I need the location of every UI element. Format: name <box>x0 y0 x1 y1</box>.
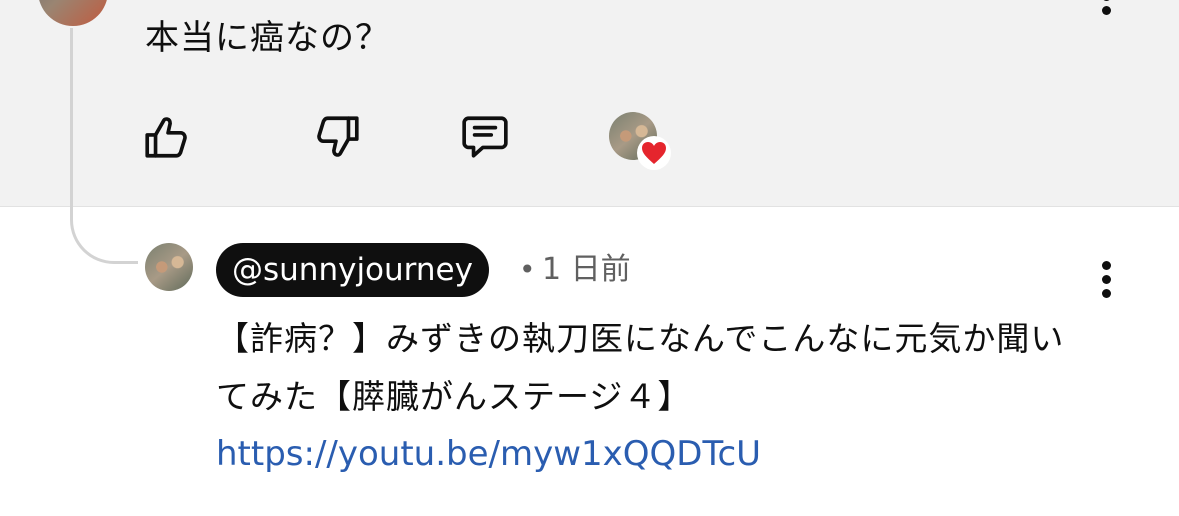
dislike-button[interactable] <box>312 112 362 162</box>
reply-more-icon[interactable] <box>1100 261 1112 303</box>
reply-button[interactable] <box>460 112 510 162</box>
thumbs-up-icon <box>145 117 187 158</box>
creator-heart-badge <box>609 112 671 170</box>
reply-link[interactable]: https://youtu.be/myw1xQQDTcU <box>216 428 761 480</box>
parent-more-icon[interactable] <box>1100 0 1112 20</box>
like-button[interactable] <box>142 112 192 162</box>
reply-timestamp: 1 日前 <box>542 252 631 287</box>
comment-icon <box>462 116 508 158</box>
parent-avatar[interactable] <box>38 0 108 26</box>
thread-connector <box>70 28 138 264</box>
reply-text: 【詐病？】みずきの執刀医になんでこんなに元気か聞いてみた【膵臓がんステージ４】 <box>216 319 1065 416</box>
parent-comment: 本当に癌なの？ <box>0 0 1179 207</box>
meta-separator: • <box>519 253 536 286</box>
heart-icon <box>642 142 666 164</box>
thumbs-down-icon <box>317 116 359 157</box>
reply-avatar[interactable] <box>145 243 193 291</box>
reply-author-handle[interactable]: @sunnyjourney <box>216 243 489 297</box>
parent-comment-text: 本当に癌なの？ <box>145 18 390 58</box>
